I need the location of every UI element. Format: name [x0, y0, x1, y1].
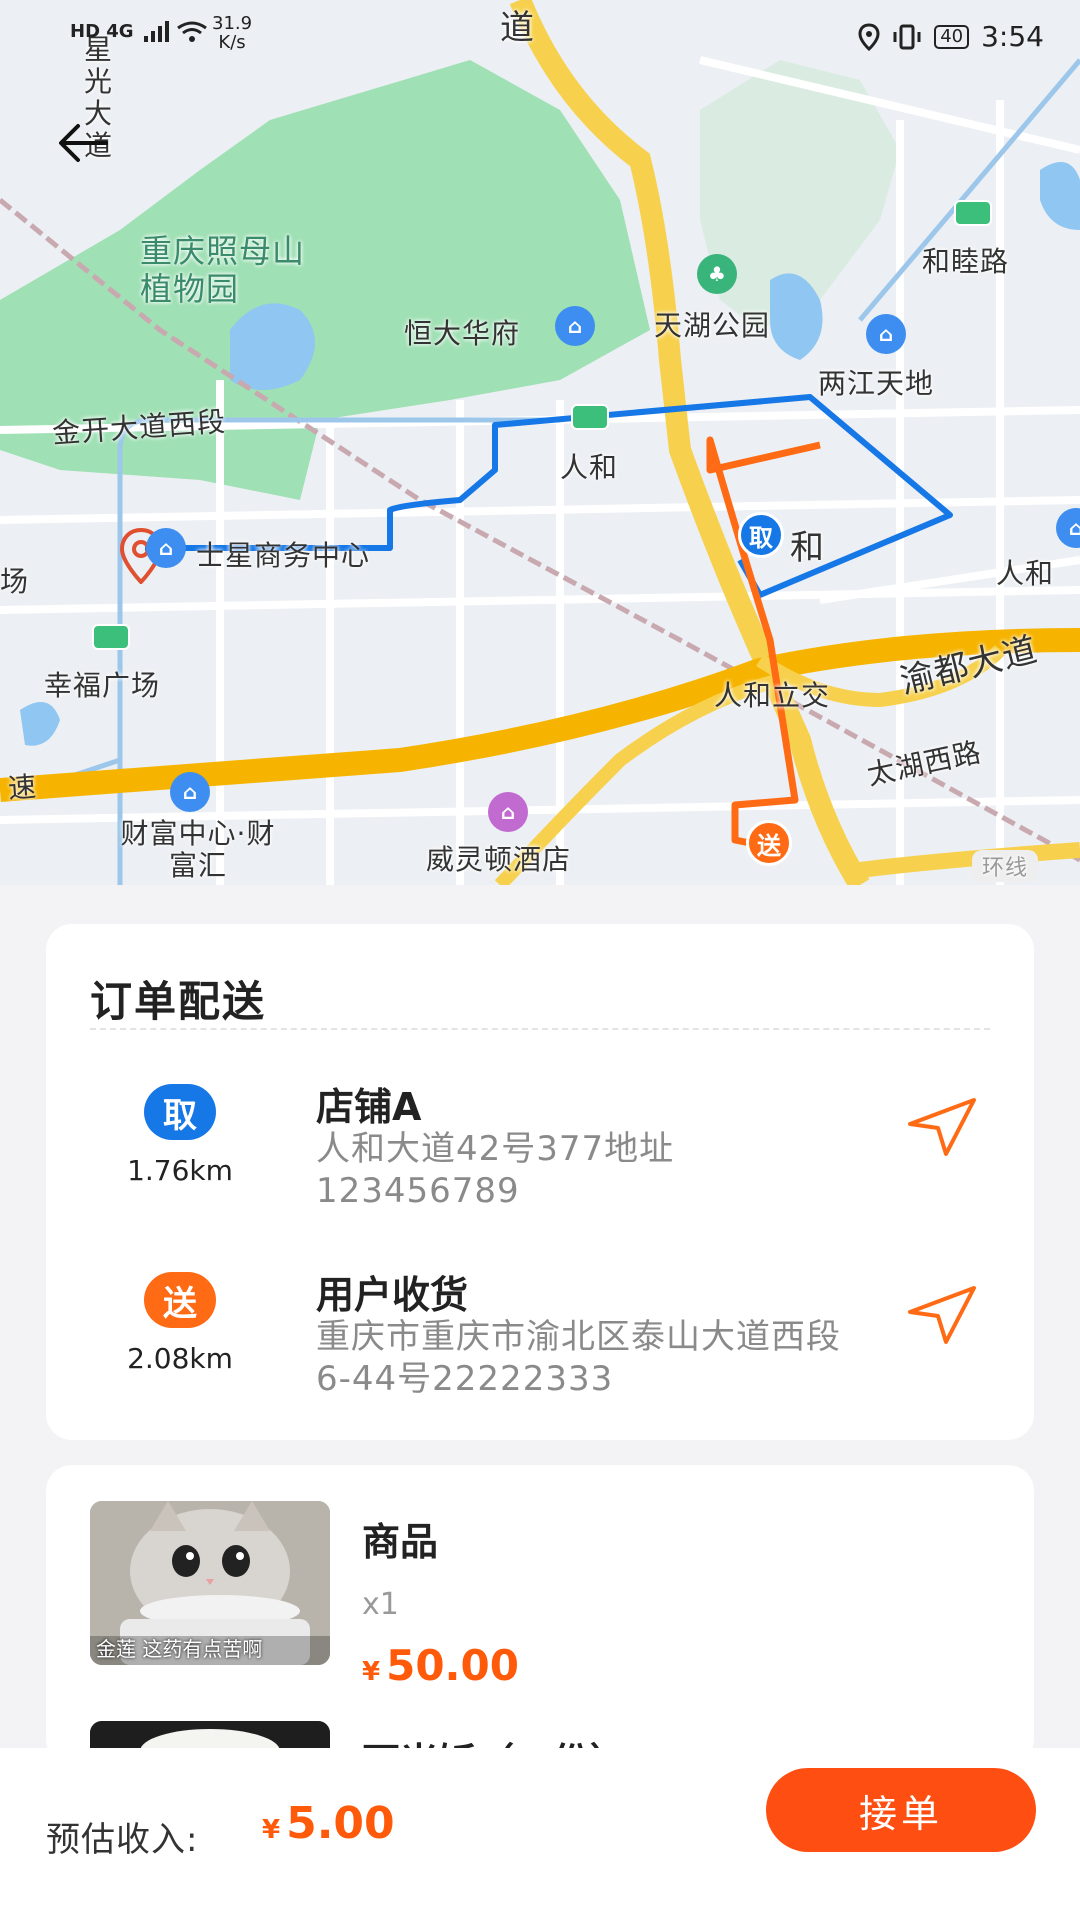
vibrate-icon — [893, 24, 921, 49]
pickup-address: 人和大道42号377地址 123456789 — [316, 1129, 675, 1211]
navigate-pickup-icon[interactable] — [904, 1094, 980, 1158]
navigate-delivery-icon[interactable] — [904, 1282, 980, 1346]
currency-symbol: ¥ — [262, 1815, 281, 1845]
bottom-action-bar: 预估收入: ¥5.00 接单 — [0, 1748, 1080, 1920]
map-label: 财富中心·财富汇 — [120, 817, 276, 882]
network-label: HD 4G — [70, 20, 134, 42]
image-caption: 金莲 这药有点苦啊 — [96, 1637, 263, 1661]
price-amount: 50.00 — [386, 1641, 519, 1690]
divider — [90, 1028, 990, 1030]
map-label: 速 — [6, 770, 39, 805]
clock: 3:54 — [981, 20, 1044, 53]
map-label: 天湖公园 — [654, 309, 771, 342]
network-indicator: HD 4G — [70, 18, 212, 44]
location-icon — [858, 22, 880, 51]
map-label: 两江天地 — [818, 367, 935, 400]
map-label: 幸福广场 — [44, 669, 161, 702]
map-label: 恒大华府 — [404, 317, 521, 350]
speed-value: 31.9 — [212, 13, 253, 34]
product-list-card: 金莲 这药有点苦啊 商品 x1 ¥50.00 两米饭（一份） — [46, 1465, 1034, 1765]
back-button[interactable] — [56, 118, 116, 168]
arrow-left-icon — [59, 124, 108, 162]
route-map[interactable]: 道 星光大道 重庆照母山植物园 ♣ 恒大华府 ⌂ 天湖公园 和睦路 ⌂ 两江天地… — [0, 0, 1080, 885]
building-icon: ⌂ — [170, 772, 210, 812]
map-label: 和 — [790, 528, 825, 568]
metro-station-icon — [954, 200, 992, 226]
map-label: 和睦路 — [922, 245, 1010, 278]
delivery-distance: 2.08km — [127, 1342, 233, 1375]
map-label: 重庆照母山植物园 — [140, 232, 306, 308]
pickup-stop: 取 1.76km 店铺A 人和大道42号377地址 123456789 — [46, 1084, 1034, 1254]
metro-station-icon — [571, 404, 609, 430]
product-name: 商品 — [362, 1520, 439, 1564]
income-value: ¥5.00 — [262, 1798, 395, 1849]
pickup-name: 店铺A — [316, 1085, 422, 1129]
status-right: 40 3:54 — [858, 20, 1044, 53]
income-label: 预估收入: — [46, 1820, 199, 1860]
income-amount: 5.00 — [286, 1798, 395, 1849]
pickup-badge: 取 — [144, 1084, 216, 1140]
delivery-address: 重庆市重庆市渝北区泰山大道西段6-44号22222333 — [316, 1317, 841, 1399]
pickup-distance: 1.76km — [127, 1154, 233, 1187]
order-delivery-card: 订单配送 取 1.76km 店铺A 人和大道42号377地址 123456789… — [46, 924, 1034, 1440]
ring-road-badge: 环线 — [972, 850, 1039, 882]
building-icon: ⌂ — [555, 306, 595, 346]
hotel-icon: ⌂ — [488, 792, 528, 832]
product-quantity: x1 — [362, 1587, 399, 1622]
map-label: 威灵顿酒店 — [426, 843, 572, 876]
map-label: 场 — [0, 565, 30, 598]
metro-station-icon — [92, 624, 130, 650]
product-image: 金莲 这药有点苦啊 — [90, 1501, 330, 1665]
accept-order-button[interactable]: 接单 — [766, 1768, 1036, 1852]
product-price: ¥50.00 — [362, 1641, 519, 1690]
pickup-map-marker[interactable]: 取 — [738, 512, 784, 558]
delivery-name: 用户收货 — [316, 1273, 469, 1317]
building-icon: ⌂ — [146, 528, 186, 568]
speed-unit: K/s — [218, 32, 246, 53]
delivery-map-marker[interactable]: 送 — [746, 820, 792, 866]
building-icon: ⌂ — [866, 314, 906, 354]
map-label: 人和 — [996, 557, 1055, 590]
map-label: 人和 — [560, 451, 619, 484]
map-label: 士星商务中心 — [196, 539, 371, 572]
delivery-stop: 送 2.08km 用户收货 重庆市重庆市渝北区泰山大道西段6-44号222223… — [46, 1272, 1034, 1442]
network-speed: 31.9 K/s — [212, 14, 252, 52]
delivery-badge: 送 — [144, 1272, 216, 1328]
card-title: 订单配送 — [90, 977, 267, 1026]
currency-symbol: ¥ — [362, 1657, 381, 1687]
product-item[interactable]: 金莲 这药有点苦啊 商品 x1 ¥50.00 — [90, 1501, 990, 1690]
battery-icon: 40 — [934, 24, 970, 49]
status-bar: HD 4G 31.9 K/s 40 3:54 — [0, 0, 1080, 70]
signal-wifi-icon — [143, 21, 207, 42]
map-label: 人和立交 — [714, 679, 831, 712]
park-icon: ♣ — [697, 254, 737, 294]
